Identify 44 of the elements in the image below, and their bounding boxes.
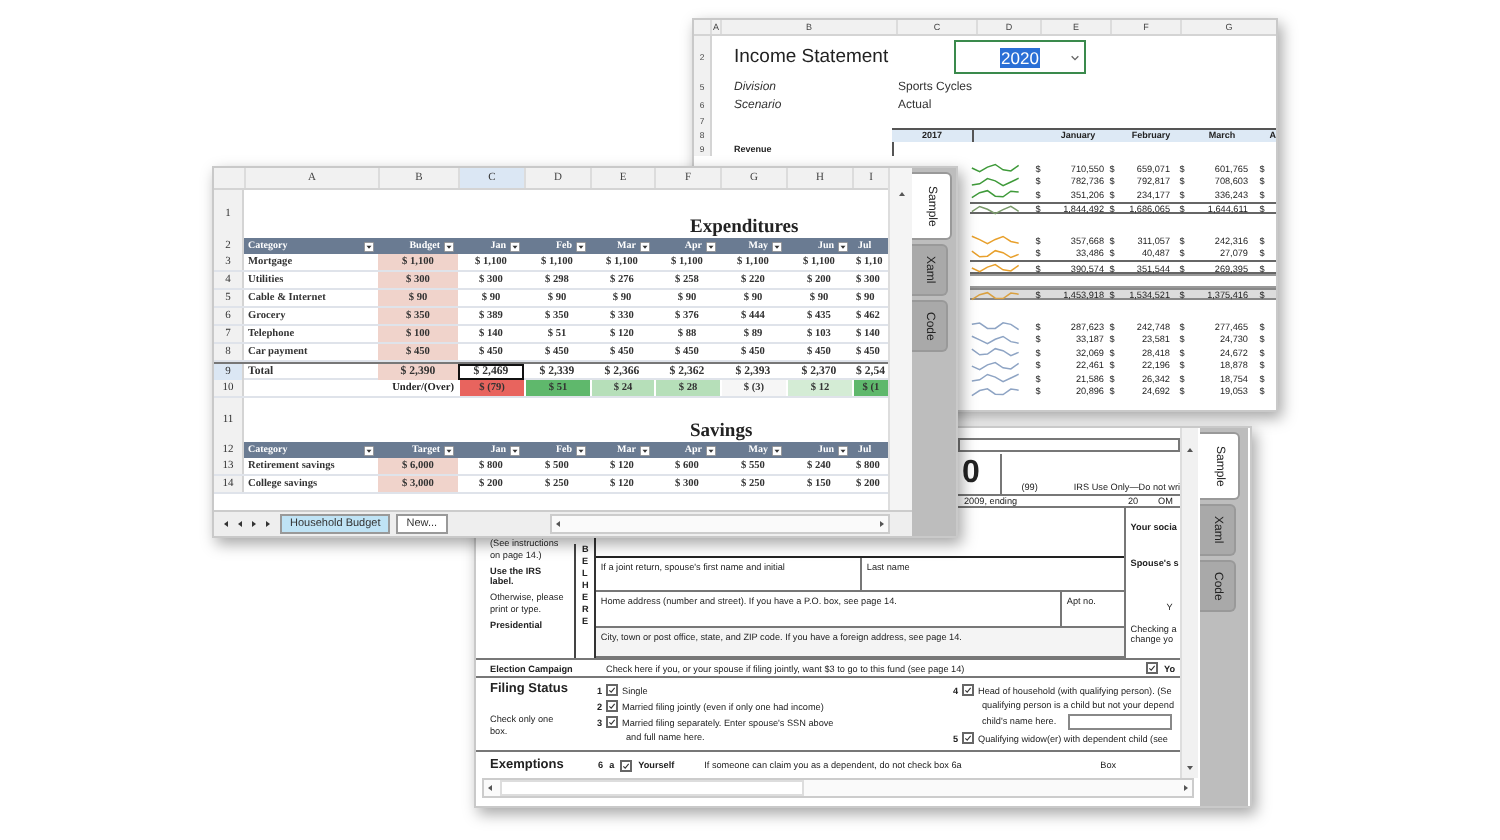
filter-dropdown-icon[interactable]	[510, 241, 520, 251]
checkbox[interactable]	[606, 700, 618, 712]
filter-dropdown-icon[interactable]	[444, 445, 454, 455]
sparkline	[970, 289, 1022, 301]
table-title: Savings	[688, 422, 755, 442]
filter-dropdown-icon[interactable]	[706, 241, 716, 251]
filter-dropdown-icon[interactable]	[640, 445, 650, 455]
scroll-up-icon[interactable]	[1184, 444, 1196, 456]
filter-dropdown-icon[interactable]	[838, 241, 848, 251]
filter-dropdown-icon[interactable]	[364, 445, 374, 455]
filter-dropdown-icon[interactable]	[576, 445, 586, 455]
year-value: 2020	[999, 47, 1041, 67]
filter-dropdown-icon[interactable]	[364, 241, 374, 251]
filter-dropdown-icon[interactable]	[706, 445, 716, 455]
scroll-up-icon[interactable]	[895, 188, 907, 200]
scroll-right-icon[interactable]	[1180, 782, 1192, 794]
filter-dropdown-icon[interactable]	[772, 445, 782, 455]
scroll-right-icon[interactable]	[875, 518, 888, 530]
scroll-down-icon[interactable]	[1184, 762, 1196, 774]
filter-dropdown-icon[interactable]	[444, 241, 454, 251]
checkbox[interactable]	[620, 759, 633, 771]
input-field[interactable]	[1068, 714, 1173, 730]
vertical-scrollbar[interactable]	[1180, 428, 1198, 778]
scroll-left-icon[interactable]	[484, 782, 496, 794]
table-title: Expenditures	[688, 218, 801, 238]
filter-dropdown-icon[interactable]	[576, 241, 586, 251]
sheet-title: Income Statement	[732, 46, 891, 68]
horizontal-scrollbar[interactable]	[549, 514, 890, 534]
checkbox[interactable]	[962, 732, 974, 744]
scrollbar-thumb[interactable]	[500, 780, 804, 796]
filter-dropdown-icon[interactable]	[510, 445, 520, 455]
filter-dropdown-icon[interactable]	[640, 241, 650, 251]
checkbox[interactable]	[606, 716, 618, 728]
input-field[interactable]	[958, 438, 1180, 453]
filter-dropdown-icon[interactable]	[772, 241, 782, 251]
checkbox[interactable]	[1146, 662, 1158, 674]
caret-icon	[1070, 54, 1080, 62]
checkbox[interactable]	[962, 684, 974, 696]
vertical-scrollbar[interactable]	[888, 168, 912, 510]
checkbox[interactable]	[606, 684, 618, 696]
year-dropdown[interactable]: 2020	[954, 40, 1086, 74]
filter-dropdown-icon[interactable]	[838, 445, 848, 455]
horizontal-scrollbar[interactable]	[482, 778, 1194, 798]
scroll-left-icon[interactable]	[551, 518, 564, 530]
